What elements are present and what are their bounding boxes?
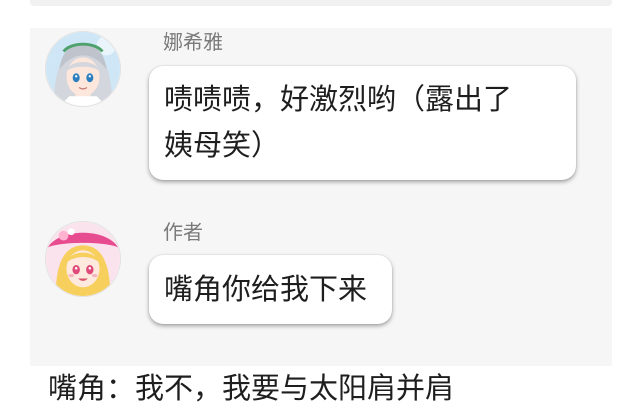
avatar-author[interactable] [45,221,121,297]
message-line: 嘴角你给我下来 [164,272,368,306]
message-bubble[interactable]: 啧啧啧，好激烈哟（露出了 姨母笑） [149,66,576,180]
message-line: 啧啧啧，好激烈哟（露出了 [164,82,513,116]
blonde-girl-pink-hat-icon [46,222,120,296]
avatar-nahiya[interactable] [45,31,121,107]
top-divider [30,0,612,6]
caption-text: 嘴角：我不，我要与太阳肩并肩 [48,371,455,405]
sender-name: 作者 [163,220,203,244]
message-bubble[interactable]: 嘴角你给我下来 [149,255,392,324]
sender-name: 娜希雅 [163,30,223,54]
silver-hair-girl-icon [46,32,120,106]
message-line: 姨母笑） [164,128,281,162]
